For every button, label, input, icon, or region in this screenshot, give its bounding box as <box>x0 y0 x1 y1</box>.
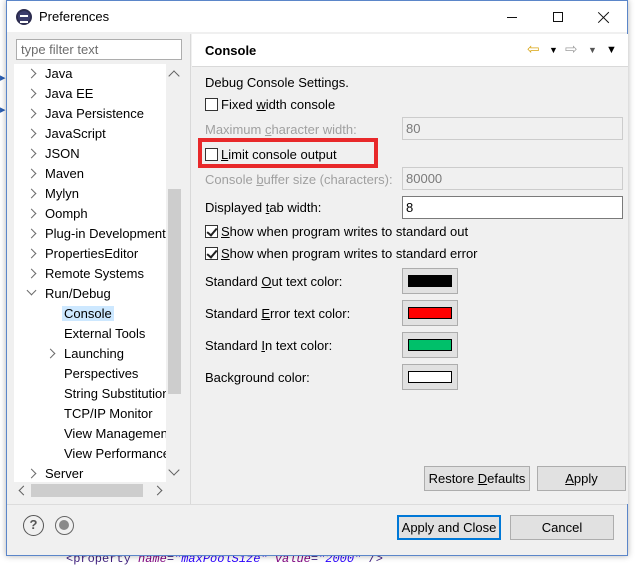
std-in-color-label: Standard In text color: <box>205 338 333 353</box>
close-button[interactable] <box>581 1 627 32</box>
tree-item-view-performance[interactable]: View Performance <box>47 444 172 464</box>
fixed-width-checkbox[interactable]: Fixed width console <box>205 96 335 114</box>
color-swatch <box>408 371 452 383</box>
preference-tree: Java Java EE Java Persistence JavaScript… <box>14 64 183 484</box>
tree-item-java-persistence[interactable]: Java Persistence <box>26 104 146 124</box>
expand-arrow-icon[interactable] <box>26 208 37 219</box>
back-dropdown-icon[interactable]: ▼ <box>549 42 558 58</box>
tree-item-plug-in-development[interactable]: Plug-in Development <box>26 224 168 244</box>
std-in-color-button[interactable] <box>402 332 458 358</box>
apply-button[interactable]: Apply <box>537 466 626 491</box>
tree-item-perspectives[interactable]: Perspectives <box>47 364 140 384</box>
scroll-thumb[interactable] <box>168 189 181 394</box>
tab-width-field[interactable]: 8 <box>402 196 623 219</box>
maximize-button[interactable] <box>535 1 581 32</box>
std-out-color-label: Standard Out text color: <box>205 274 343 289</box>
expand-arrow-icon[interactable] <box>26 168 37 179</box>
window-title: Preferences <box>39 9 110 24</box>
std-err-color-label: Standard Error text color: <box>205 306 351 321</box>
tree-item-java-ee[interactable]: Java EE <box>26 84 95 104</box>
page-header: Console ⇦ ▼ ⇨ ▼ ▼ <box>192 34 628 66</box>
tree-item-server[interactable]: Server <box>26 464 85 484</box>
checkbox-box[interactable] <box>205 98 218 111</box>
preferences-dialog: Preferences type filter text Java Java E… <box>6 0 628 556</box>
tab-width-label: Displayed tab width: <box>205 200 322 215</box>
tree-vertical-scrollbar[interactable] <box>166 64 183 484</box>
forward-dropdown-icon[interactable]: ▼ <box>588 42 597 58</box>
background-color-label: Background color: <box>205 370 310 385</box>
restore-defaults-button[interactable]: Restore Defaults <box>424 466 530 491</box>
back-arrow-icon[interactable]: ⇦ <box>527 42 540 58</box>
buffer-size-label: Console buffer size (characters): <box>205 172 393 187</box>
color-swatch <box>408 275 452 287</box>
close-icon <box>598 11 610 23</box>
expand-arrow-icon[interactable] <box>26 148 37 159</box>
tree-item-javascript[interactable]: JavaScript <box>26 124 108 144</box>
expand-arrow-icon[interactable] <box>26 108 37 119</box>
tree-item-console[interactable]: Console <box>47 304 114 324</box>
scroll-down-icon[interactable] <box>168 464 180 476</box>
tree-item-string-substitution[interactable]: String Substitution <box>47 384 172 404</box>
scroll-left-icon[interactable] <box>18 485 29 496</box>
scroll-right-icon[interactable] <box>152 485 163 496</box>
color-swatch <box>408 339 452 351</box>
expand-arrow-icon[interactable] <box>26 468 37 479</box>
std-err-color-button[interactable] <box>402 300 458 326</box>
tree-item-mylyn[interactable]: Mylyn <box>26 184 81 204</box>
tree-item-maven[interactable]: Maven <box>26 164 86 184</box>
tree-item-launching[interactable]: Launching <box>45 344 126 364</box>
page-description: Debug Console Settings. <box>205 75 349 90</box>
cancel-button[interactable]: Cancel <box>510 515 614 540</box>
minimize-icon <box>507 16 517 18</box>
expand-arrow-icon[interactable] <box>26 188 37 199</box>
title-bar: Preferences <box>7 1 627 32</box>
show-stdout-checkbox[interactable]: Show when program writes to standard out <box>205 223 468 241</box>
collapse-arrow-icon[interactable] <box>26 285 37 296</box>
maximize-icon <box>553 12 563 23</box>
footer-divider <box>7 504 627 505</box>
checkbox-box[interactable] <box>205 225 218 238</box>
max-char-width-label: Maximum character width: <box>205 122 357 137</box>
expand-arrow-icon[interactable] <box>26 228 37 239</box>
max-char-width-field[interactable]: 80 <box>402 117 623 140</box>
preference-page: Console ⇦ ▼ ⇨ ▼ ▼ Debug Console Settings… <box>192 34 628 504</box>
tree-item-run-debug[interactable]: Run/Debug <box>26 284 113 304</box>
expand-arrow-icon[interactable] <box>26 88 37 99</box>
tree-item-json[interactable]: JSON <box>26 144 82 164</box>
buffer-size-field[interactable]: 80000 <box>402 167 623 190</box>
std-out-color-button[interactable] <box>402 268 458 294</box>
tree-item-view-management[interactable]: View Management <box>47 424 173 444</box>
eclipse-icon <box>16 9 32 25</box>
tree-item-external-tools[interactable]: External Tools <box>47 324 147 344</box>
checkbox-box[interactable] <box>205 247 218 260</box>
color-swatch <box>408 307 452 319</box>
background-color-button[interactable] <box>402 364 458 390</box>
tree-item-oomph[interactable]: Oomph <box>26 204 90 224</box>
tree-horizontal-scrollbar[interactable] <box>14 482 166 499</box>
scroll-thumb[interactable] <box>31 484 143 497</box>
tree-item-tcp-ip-monitor[interactable]: TCP/IP Monitor <box>47 404 155 424</box>
page-title: Console <box>205 43 257 58</box>
expand-arrow-icon[interactable] <box>26 128 37 139</box>
expand-arrow-icon[interactable] <box>26 68 37 79</box>
header-divider <box>192 66 628 67</box>
tree-item-remote-systems[interactable]: Remote Systems <box>26 264 146 284</box>
show-stderr-checkbox[interactable]: Show when program writes to standard err… <box>205 245 478 263</box>
view-menu-icon[interactable]: ▼ <box>606 42 617 58</box>
expand-arrow-icon[interactable] <box>26 268 37 279</box>
expand-arrow-icon[interactable] <box>45 348 56 359</box>
limit-console-output-checkbox[interactable]: Limit console output <box>205 146 337 164</box>
apply-and-close-button[interactable]: Apply and Close <box>397 515 501 540</box>
filter-input[interactable]: type filter text <box>16 39 182 60</box>
expand-arrow-icon[interactable] <box>26 248 37 259</box>
scroll-up-icon[interactable] <box>168 70 180 82</box>
tree-item-propertieseditor[interactable]: PropertiesEditor <box>26 244 140 264</box>
checkbox-box[interactable] <box>205 148 218 161</box>
minimize-button[interactable] <box>489 1 535 32</box>
oomph-icon[interactable] <box>55 516 74 535</box>
help-icon[interactable]: ? <box>23 515 44 536</box>
pane-divider[interactable] <box>190 34 191 504</box>
forward-arrow-icon[interactable]: ⇨ <box>565 42 578 58</box>
tree-item-java[interactable]: Java <box>26 64 74 84</box>
